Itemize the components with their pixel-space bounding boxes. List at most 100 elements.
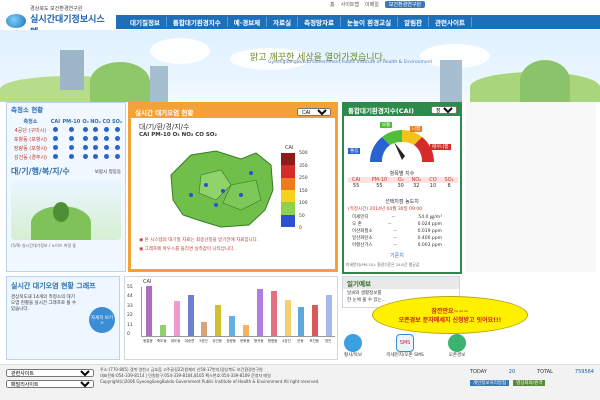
privacy-button[interactable]: 개인정보처리방침 — [470, 380, 510, 386]
graph-category: 안동 — [297, 339, 304, 343]
family-site-select[interactable]: 패밀리사이트 — [6, 380, 94, 388]
graph-bar[interactable] — [312, 305, 319, 336]
index-illustration — [11, 180, 121, 240]
station-panel: 측정소 현황 측정소 CAI PM-10 O₃ NO₂ CO SO₂ 4공단 (… — [6, 102, 126, 272]
institute-link[interactable]: 보건환경연구원 — [384, 1, 426, 8]
footer: 관련사이트 패밀리사이트 주소:(770-805) 경북 영천시 금호읍 고주골… — [0, 364, 600, 400]
measure-time: (측정시간) 2014년 04월 30일 09:00 — [348, 207, 423, 212]
index-subtitle: 대/기/행/복/지/수 — [11, 167, 70, 176]
graph-bar[interactable] — [270, 290, 277, 336]
nav-item-alert[interactable]: 예·경보제 — [228, 17, 268, 27]
pollutant-select[interactable]: CAI — [297, 107, 331, 116]
building-shape — [440, 60, 462, 102]
graph-bar[interactable] — [215, 305, 222, 336]
ozone-sms-callout: 잠깐만요~~~ 오존경보 문자메세지 신청받고 잇어요!!! — [372, 296, 528, 334]
cai-panel: 통합대기환경지수(CAI) 장량동 좋음 보통 나쁨 매우나쁨 항목별 지수 C… — [342, 102, 462, 274]
building-shape — [150, 66, 168, 102]
service-sms[interactable]: SMS 미세먼지/오존 SMS — [386, 334, 424, 358]
scale-ticks: 500 350 250 150 100 50 0 — [299, 151, 308, 231]
graph-category: 장량동 — [226, 339, 236, 343]
footer-info: 주소:(770-805) 경북 영천시 금호읍 고주골길22(원제리 산58-1… — [100, 367, 350, 385]
graph-plot — [141, 286, 335, 337]
dust-icon — [344, 334, 363, 352]
callout-line1: 잠깐만요~~~ — [431, 308, 469, 315]
nav-item-education[interactable]: 눈높이 환경교실 — [341, 17, 399, 27]
col-so2: SO₂ — [112, 118, 123, 125]
graph-category: 대도동 — [170, 339, 181, 343]
table-row[interactable]: 포항동 (포항시) — [11, 135, 123, 144]
graph-category: 동흥동 — [143, 339, 153, 343]
graph-bar[interactable] — [201, 322, 208, 336]
graph-category: 4공단 — [282, 339, 291, 343]
table-row[interactable]: 4공단 (구미시) — [11, 126, 123, 135]
gauge-bad: 나쁨 — [410, 126, 423, 132]
building-shape — [60, 50, 84, 90]
index-table: CAI PM-10 O₃ NO₂ CO SO₂ 55 55 30 32 10 8 — [348, 177, 458, 189]
main-nav: 대기질정보 통합대기환경지수 예·경보제 자료실 측정망자료 눈높이 환경교실 … — [116, 15, 600, 29]
ozone-icon — [448, 334, 466, 352]
nav-item-air-info[interactable]: 대기질정보 — [124, 17, 167, 27]
right-column — [466, 102, 596, 272]
sms-icon: SMS — [396, 334, 415, 352]
nav-item-notice[interactable]: 알림판 — [398, 17, 430, 27]
service-icons: 황사/독보 SMS 미세먼지/오존 SMS 오존경보 — [344, 334, 466, 358]
col-station: 측정소 — [23, 119, 38, 125]
nav-item-archive[interactable]: 자료실 — [267, 17, 299, 27]
email-link[interactable]: 이메일 — [365, 1, 379, 8]
gyeongbuk-map[interactable] — [161, 145, 281, 230]
graph-bar[interactable] — [187, 295, 194, 336]
table-row[interactable]: 장량동 (포항시) — [11, 144, 123, 153]
graph-bar[interactable] — [298, 306, 305, 336]
graph-category: 대송면 — [184, 339, 195, 343]
realtime-desc: 경상북도내 14개의 측정소의 대기오염 현황을 실시간 그래프로 볼 수 있습… — [11, 295, 77, 312]
standard-link[interactable]: 기준치 — [390, 252, 404, 259]
map-pollutants: CAI PM-10 O₃ NO₂ CO SO₂ — [139, 132, 217, 138]
graph-bar[interactable] — [159, 325, 166, 336]
related-site-select[interactable]: 관련사이트 — [6, 369, 94, 377]
realtime-more-button[interactable]: 자세히 보기 > — [89, 307, 115, 333]
service-ozone[interactable]: 오존경보 — [448, 334, 466, 358]
col-co: CO — [102, 118, 111, 125]
footer-selects: 관련사이트 패밀리사이트 — [6, 369, 94, 388]
weather-title: 일기예보 — [343, 277, 459, 289]
graph-bar[interactable] — [242, 325, 249, 336]
graph-bar[interactable] — [284, 299, 291, 336]
graph-bar[interactable] — [229, 316, 236, 336]
service-yellowdust[interactable]: 황사/독보 — [344, 334, 362, 358]
graph-bar[interactable] — [326, 295, 333, 336]
graph-category: 성건동 — [212, 339, 223, 343]
nav-item-network[interactable]: 측정망자료 — [298, 17, 341, 27]
nav-item-related[interactable]: 관련사이트 — [429, 17, 472, 27]
nav-item-cai[interactable]: 통합대기환경지수 — [167, 17, 228, 27]
col-pm10: PM-10 — [62, 118, 81, 125]
home-link[interactable]: 홈 — [330, 1, 335, 8]
visit-counter: TODAY 20 TOTAL 759564 개인정보처리방침 영상회의/원격 — [470, 369, 594, 386]
graph-bar[interactable] — [145, 286, 152, 336]
cai-gauge — [370, 129, 434, 162]
graph-bar[interactable] — [256, 288, 263, 336]
video-button[interactable]: 영상회의/원격 — [513, 380, 546, 386]
realtime-panel: 실시간 대기오염 현황 그래프 경상북도내 14개의 측정소의 대기오염 현황을… — [6, 276, 120, 360]
callout-line2: 오존경보 문자메세지 신청받고 잇어요!!! — [398, 317, 502, 324]
station-table: 측정소 CAI PM-10 O₃ NO₂ CO SO₂ 4공단 (구미시) 포항… — [11, 117, 123, 162]
cai-footnote: 미세먼지(PM-10): 환경기준은 24시간 평균값 — [346, 262, 420, 267]
station-footnote: (5/9) 실시간대기정보 / 노이즈 측정 중 — [11, 243, 77, 248]
graph-category: 영천 — [324, 339, 332, 343]
graph-category: 3공단 — [199, 339, 208, 343]
graph-bar[interactable] — [173, 301, 180, 336]
index-table-title: 항목별 지수 — [389, 171, 415, 177]
graph-xticks: 동흥동 죽도동 대도동 대송면 3공단 성건동 장량동 문화동 형곡동 원평동 4공단 안동 포진동 영천 — [141, 339, 335, 347]
graph-category: 원평동 — [267, 339, 278, 343]
cai-color-scale — [281, 153, 295, 227]
graph-category: 포진동 — [309, 339, 320, 343]
col-cai: CAI — [50, 118, 61, 125]
station-select[interactable]: 장량동 — [431, 106, 457, 114]
table-row[interactable]: 성건동 (경주시) — [11, 153, 123, 162]
map-note-2: ▣ 그래프에 마우스를 올리면 실측값이 나타납니다. — [139, 247, 235, 252]
realtime-title: 실시간 대기오염 현황 그래프 — [11, 282, 96, 290]
gauge-very-bad: 매우나쁨 — [430, 144, 451, 150]
scale-label: CAI — [285, 145, 294, 151]
footer-copyright: Copyright(c)2006 GyeongSangBukdo Governm… — [100, 379, 320, 384]
sitemap-link[interactable]: 사이트맵 — [341, 1, 359, 8]
station-title: 측정소 현황 — [11, 106, 44, 114]
